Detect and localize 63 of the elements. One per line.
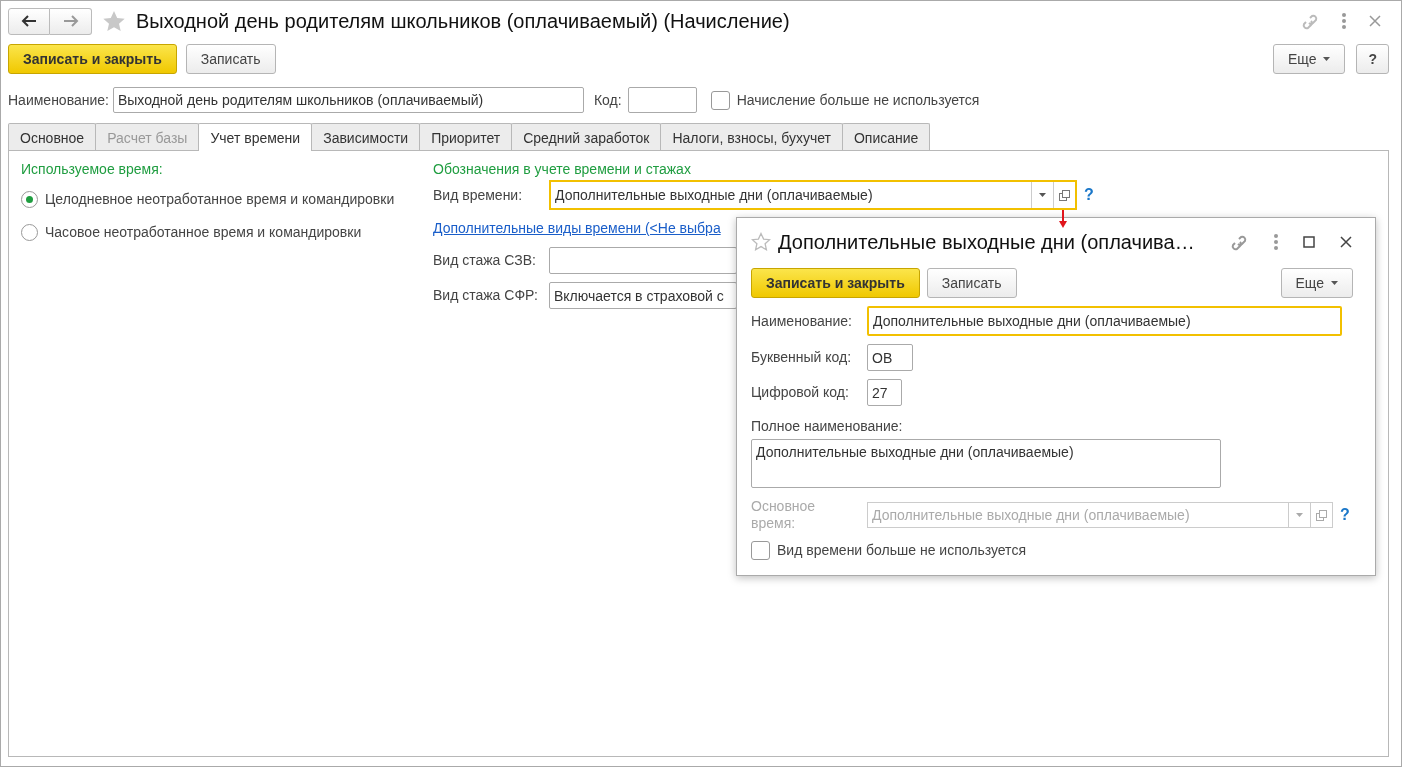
more-icon[interactable] — [1273, 233, 1279, 251]
caret-icon — [1323, 57, 1331, 61]
name-field[interactable]: Выходной день родителям школьников (оплачиваемый) — [112, 87, 584, 113]
pointer-arrow — [1059, 210, 1067, 228]
time-type-label: Вид времени: — [433, 185, 524, 205]
field-label: Цифровой код: — [751, 383, 850, 402]
maximize-icon[interactable] — [1303, 236, 1315, 248]
tab[interactable]: Основное — [8, 123, 97, 150]
field-label: Буквенный код: — [751, 348, 853, 367]
checkbox[interactable] — [710, 90, 730, 110]
field-label: Вид стажа СФР: — [433, 286, 539, 305]
star-icon[interactable] — [751, 232, 771, 252]
tab[interactable]: Учет времени — [198, 123, 313, 151]
field-label: Наименование: — [751, 311, 853, 331]
star-icon[interactable] — [102, 10, 126, 32]
tab[interactable]: Зависимости — [311, 123, 421, 150]
caret-icon[interactable] — [1039, 193, 1046, 197]
field-label: Полное наименование: — [751, 417, 904, 436]
forward-arrow-icon — [62, 15, 79, 27]
more-icon[interactable] — [1341, 12, 1347, 30]
section-title: Используемое время: — [21, 160, 164, 179]
field-label: Основное время: — [751, 498, 817, 532]
back-arrow-icon — [21, 15, 37, 27]
radio-button[interactable] — [21, 224, 38, 241]
close-icon[interactable] — [1339, 235, 1353, 249]
code-label: Код: — [593, 90, 622, 110]
name-label: Наименование: — [8, 90, 109, 110]
help-button[interactable]: ? — [1356, 44, 1389, 74]
radio-button[interactable] — [21, 191, 38, 208]
tab[interactable]: Налоги, взносы, бухучет — [660, 123, 843, 150]
open-icon[interactable] — [1058, 188, 1071, 202]
checkbox[interactable] — [751, 541, 770, 560]
unused-checkbox-label: Начисление больше не используется — [736, 90, 980, 110]
tab[interactable]: Средний заработок — [511, 123, 662, 150]
radio-label: Целодневное неотработанное время и командировки — [45, 190, 395, 209]
unused-checkbox-label: Вид времени больше не используется — [777, 541, 1026, 560]
name-field[interactable]: Дополнительные выходные дни (оплачиваемые) — [867, 306, 1342, 336]
letter-code-field[interactable]: ОВ — [867, 344, 913, 371]
section-title: Обозначения в учете времени и стажах — [433, 160, 692, 179]
more-button[interactable]: Еще — [1272, 44, 1346, 74]
save-and-close-button[interactable]: Записать и закрыть — [8, 44, 177, 74]
digit-code-field[interactable]: 27 — [867, 379, 902, 406]
tab[interactable]: Приоритет — [419, 123, 513, 150]
back-button[interactable] — [8, 7, 50, 35]
szv-field[interactable] — [549, 247, 737, 274]
caret-icon — [1331, 281, 1338, 285]
full-name-field[interactable]: Дополнительные выходные дни (оплачиваемые) — [751, 439, 1221, 488]
save-button[interactable]: Записать — [926, 268, 1017, 298]
field-label: Вид стажа СЗВ: — [433, 251, 537, 270]
save-button[interactable]: Записать — [185, 44, 276, 74]
dialog-title: Дополнительные выходные дни (оплачива… — [778, 230, 1195, 255]
open-icon — [1315, 508, 1328, 522]
code-field[interactable] — [627, 87, 697, 113]
more-button[interactable]: Еще — [1280, 268, 1353, 298]
sfr-field[interactable]: Включается в страховой с — [549, 282, 737, 309]
help-icon[interactable]: ? — [1084, 183, 1094, 207]
tab[interactable]: Описание — [842, 123, 931, 150]
radio-label: Часовое неотработанное время и командировки — [45, 223, 362, 242]
base-time-dropdown: Дополнительные выходные дни (оплачиваемые) — [867, 502, 1333, 528]
caret-icon — [1296, 513, 1303, 517]
time-type-dropdown[interactable]: Дополнительные выходные дни (оплачиваемые) — [549, 180, 1077, 210]
window-title: Выходной день родителям школьников (оплачиваемый) (Начисление) — [136, 9, 790, 34]
save-and-close-button[interactable]: Записать и закрыть — [751, 268, 920, 298]
